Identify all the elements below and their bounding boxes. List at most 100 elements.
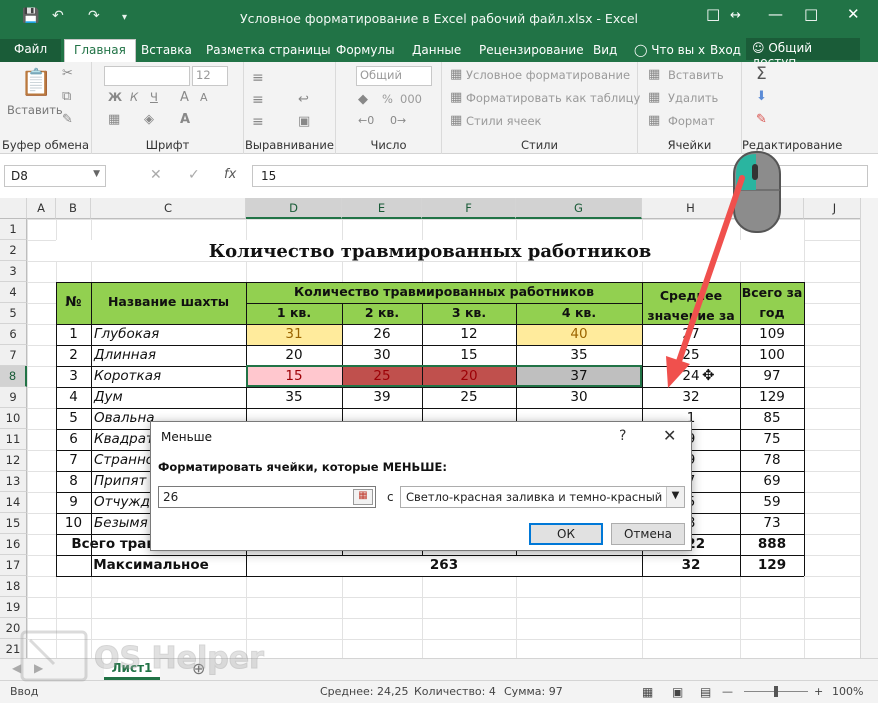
column-header-h[interactable]: H [642, 198, 740, 219]
maximize-icon[interactable]: □ [804, 5, 818, 23]
font-size-box[interactable]: 12 [192, 66, 228, 86]
dialog-close-icon[interactable]: ✕ [663, 426, 676, 445]
row-header-1[interactable]: 1 [0, 219, 27, 240]
delete-cells-button[interactable]: Удалить [668, 91, 718, 105]
insert-cells-button[interactable]: Вставить [668, 68, 724, 82]
vertical-scrollbar[interactable] [860, 198, 878, 658]
currency-icon[interactable]: ◆ [358, 92, 368, 107]
cell-average[interactable]: 27 [642, 324, 740, 345]
indent-icon[interactable]: ≡ [252, 114, 264, 130]
cell-total[interactable]: 97 [740, 366, 804, 387]
row-header-8[interactable]: 8 [0, 366, 27, 387]
row-header-3[interactable]: 3 [0, 261, 27, 282]
column-header-i[interactable]: I [740, 198, 804, 219]
column-header-a[interactable]: A [27, 198, 56, 219]
cell-quarter-value[interactable]: 20 [246, 345, 342, 366]
close-icon[interactable]: ✕ [847, 5, 860, 23]
next-sheet-icon[interactable]: ▶ [34, 661, 43, 675]
row-header-6[interactable]: 6 [0, 324, 27, 345]
tell-me-search[interactable]: ◯ Что вы х [634, 40, 705, 62]
expand-icon[interactable]: ↔ [730, 8, 741, 23]
tab-formulas[interactable]: Формулы [336, 40, 395, 62]
cell-number[interactable]: 5 [56, 408, 91, 429]
conditional-format-icon[interactable]: ▦ [450, 67, 462, 82]
row-header-19[interactable]: 19 [0, 597, 27, 618]
row-header-20[interactable]: 20 [0, 618, 27, 639]
cell-number[interactable]: 3 [56, 366, 91, 387]
row-header-17[interactable]: 17 [0, 555, 27, 576]
sign-in-link[interactable]: Вход [710, 40, 741, 62]
row-header-14[interactable]: 14 [0, 492, 27, 513]
clear-icon[interactable]: ✎ [756, 112, 767, 127]
decrease-decimal-icon[interactable]: 0→ [390, 114, 406, 127]
page-layout-view-icon[interactable]: ▣ [672, 685, 683, 699]
cancel-button[interactable]: Отмена [611, 523, 685, 545]
column-header-e[interactable]: E [342, 198, 422, 219]
paste-label[interactable]: Вставить [7, 103, 63, 117]
format-table-icon[interactable]: ▦ [450, 90, 462, 105]
cell-total[interactable]: 75 [740, 429, 804, 450]
column-header-g[interactable]: G [516, 198, 642, 219]
chevron-down-icon[interactable]: ▼ [666, 487, 684, 507]
header-quarter[interactable]: 1 кв. [246, 303, 342, 324]
max-quarters[interactable]: 263 [246, 555, 642, 576]
header-quarter[interactable]: 4 кв. [516, 303, 642, 324]
name-box-dropdown-icon[interactable]: ▼ [93, 169, 100, 179]
sheet-tab-list1[interactable]: Лист1 [104, 659, 160, 680]
format-table-button[interactable]: Форматировать как таблицу [466, 91, 640, 105]
copy-icon[interactable]: ⧉ [62, 89, 71, 104]
row-header-5[interactable]: 5 [0, 303, 27, 324]
row-header-15[interactable]: 15 [0, 513, 27, 534]
cell-quarter-value[interactable]: 25 [422, 387, 516, 408]
name-box[interactable]: D8 ▼ [4, 165, 106, 187]
thousands-button[interactable]: 000 [400, 92, 422, 106]
prev-sheet-icon[interactable]: ◀ [12, 661, 21, 675]
cell-total[interactable]: 69 [740, 471, 804, 492]
cell-number[interactable]: 6 [56, 429, 91, 450]
cell-number[interactable]: 10 [56, 513, 91, 534]
cell-styles-icon[interactable]: ▦ [450, 113, 462, 128]
tab-insert[interactable]: Вставка [141, 40, 192, 62]
row-header-18[interactable]: 18 [0, 576, 27, 597]
threshold-input[interactable]: 26 [158, 486, 376, 508]
cell-number[interactable]: 4 [56, 387, 91, 408]
cell-quarter-value[interactable]: 35 [516, 345, 642, 366]
cell-quarter-value[interactable]: 15 [422, 345, 516, 366]
range-select-icon[interactable]: ▦ [353, 489, 373, 505]
header-quarter[interactable]: 2 кв. [342, 303, 422, 324]
cell-average[interactable]: 25 [642, 345, 740, 366]
cell-number[interactable]: 8 [56, 471, 91, 492]
font-shrink-icon[interactable]: A [200, 91, 208, 104]
tab-file[interactable]: Файл [0, 39, 62, 62]
zoom-in-icon[interactable]: + [814, 685, 823, 698]
wrap-text-icon[interactable]: ↩ [298, 92, 309, 107]
row-header-4[interactable]: 4 [0, 282, 27, 303]
cell-quarter-value[interactable]: 39 [342, 387, 422, 408]
cell-quarter-value[interactable]: 26 [342, 324, 422, 345]
max-year[interactable]: 129 [740, 555, 804, 576]
tab-page-layout[interactable]: Разметка страницы [206, 40, 331, 62]
increase-decimal-icon[interactable]: ←0 [358, 114, 374, 127]
header-number[interactable]: № [56, 282, 91, 324]
cell-number[interactable]: 9 [56, 492, 91, 513]
cell-total[interactable]: 59 [740, 492, 804, 513]
row-header-7[interactable]: 7 [0, 345, 27, 366]
normal-view-icon[interactable]: ▦ [642, 685, 653, 699]
column-header-f[interactable]: F [422, 198, 516, 219]
cell-average[interactable]: 32 [642, 387, 740, 408]
insert-function-icon[interactable]: fx [224, 167, 236, 182]
tab-home[interactable]: Главная [64, 39, 136, 62]
ok-button[interactable]: ОК [529, 523, 603, 545]
select-all-corner[interactable] [0, 198, 27, 219]
format-select[interactable]: Светло-красная заливка и темно-красный т… [400, 486, 685, 508]
cell-styles-button[interactable]: Стили ячеек [466, 114, 542, 128]
zoom-out-icon[interactable]: — [722, 685, 733, 698]
sheet-title[interactable]: Количество травмированных работников [56, 240, 804, 261]
header-quarter[interactable]: 3 кв. [422, 303, 516, 324]
conditional-format-button[interactable]: Условное форматирование [466, 68, 630, 82]
header-mine-name[interactable]: Название шахты [91, 282, 246, 324]
autosum-icon[interactable]: Σ [756, 64, 767, 84]
add-sheet-icon[interactable]: ⊕ [192, 659, 205, 678]
tab-view[interactable]: Вид [593, 40, 617, 62]
cell-total[interactable]: 100 [740, 345, 804, 366]
